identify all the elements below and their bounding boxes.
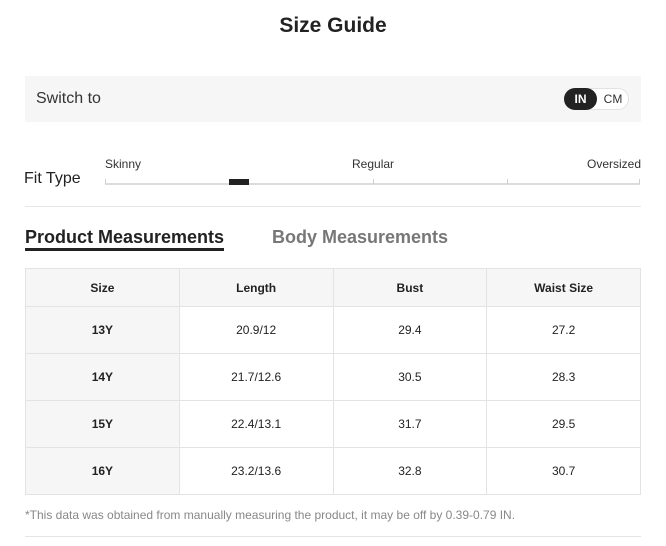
bust-cell: 29.4: [332, 306, 488, 354]
waist-size-cell: 29.5: [486, 400, 641, 448]
bust-cell: 32.8: [332, 447, 488, 495]
tab-product-measurements[interactable]: Product Measurements: [25, 227, 224, 248]
unit-cm-button[interactable]: CM: [598, 88, 628, 110]
column-header-bust: Bust: [332, 268, 488, 307]
column-header-waist-size: Waist Size: [486, 268, 641, 307]
active-tab-underline: [25, 248, 224, 251]
length-cell: 22.4/13.1: [178, 400, 334, 448]
table-row: 14Y 21.7/12.6 30.5 28.3: [25, 353, 641, 401]
fit-scale-tick: [507, 179, 508, 184]
fit-skinny-label: Skinny: [105, 157, 142, 171]
table-header-row: Size Length Bust Waist Size: [25, 268, 641, 307]
fit-scale-tick: [373, 179, 374, 184]
size-cell: 14Y: [25, 353, 180, 401]
unit-switch-bar: Switch to IN CM: [25, 76, 641, 122]
length-cell: 21.7/12.6: [178, 353, 334, 401]
fit-scale-tick: [639, 179, 640, 184]
fit-scale-tick: [105, 179, 106, 184]
bottom-divider: [25, 536, 641, 537]
switch-label: Switch to: [36, 90, 101, 107]
section-divider: [25, 206, 641, 207]
length-cell: 20.9/12: [178, 306, 334, 354]
tab-body-measurements[interactable]: Body Measurements: [272, 227, 448, 248]
table-row: 13Y 20.9/12 29.4 27.2: [25, 306, 641, 354]
size-cell: 16Y: [25, 447, 180, 495]
unit-in-button[interactable]: IN: [564, 88, 597, 110]
column-header-length: Length: [178, 268, 334, 307]
measurement-disclaimer: *This data was obtained from manually me…: [25, 508, 516, 522]
fit-oversized-label: Oversized: [587, 157, 642, 171]
page-title: Size Guide: [279, 14, 387, 37]
table-row: 15Y 22.4/13.1 31.7 29.5: [25, 400, 641, 448]
size-cell: 15Y: [25, 400, 180, 448]
fit-regular-label: Regular: [352, 157, 395, 171]
measurements-table: Size Length Bust Waist Size 13Y 20.9/12 …: [25, 268, 641, 495]
table-row: 16Y 23.2/13.6 32.8 30.7: [25, 447, 641, 495]
waist-size-cell: 27.2: [486, 306, 641, 354]
size-cell: 13Y: [25, 306, 180, 354]
bust-cell: 31.7: [332, 400, 488, 448]
length-cell: 23.2/13.6: [178, 447, 334, 495]
waist-size-cell: 28.3: [486, 353, 641, 401]
fit-level-marker: [229, 179, 249, 185]
unit-toggle[interactable]: IN CM: [564, 88, 629, 110]
waist-size-cell: 30.7: [486, 447, 641, 495]
fit-type-label: Fit Type: [24, 170, 81, 187]
column-header-size: Size: [25, 268, 180, 307]
bust-cell: 30.5: [332, 353, 488, 401]
